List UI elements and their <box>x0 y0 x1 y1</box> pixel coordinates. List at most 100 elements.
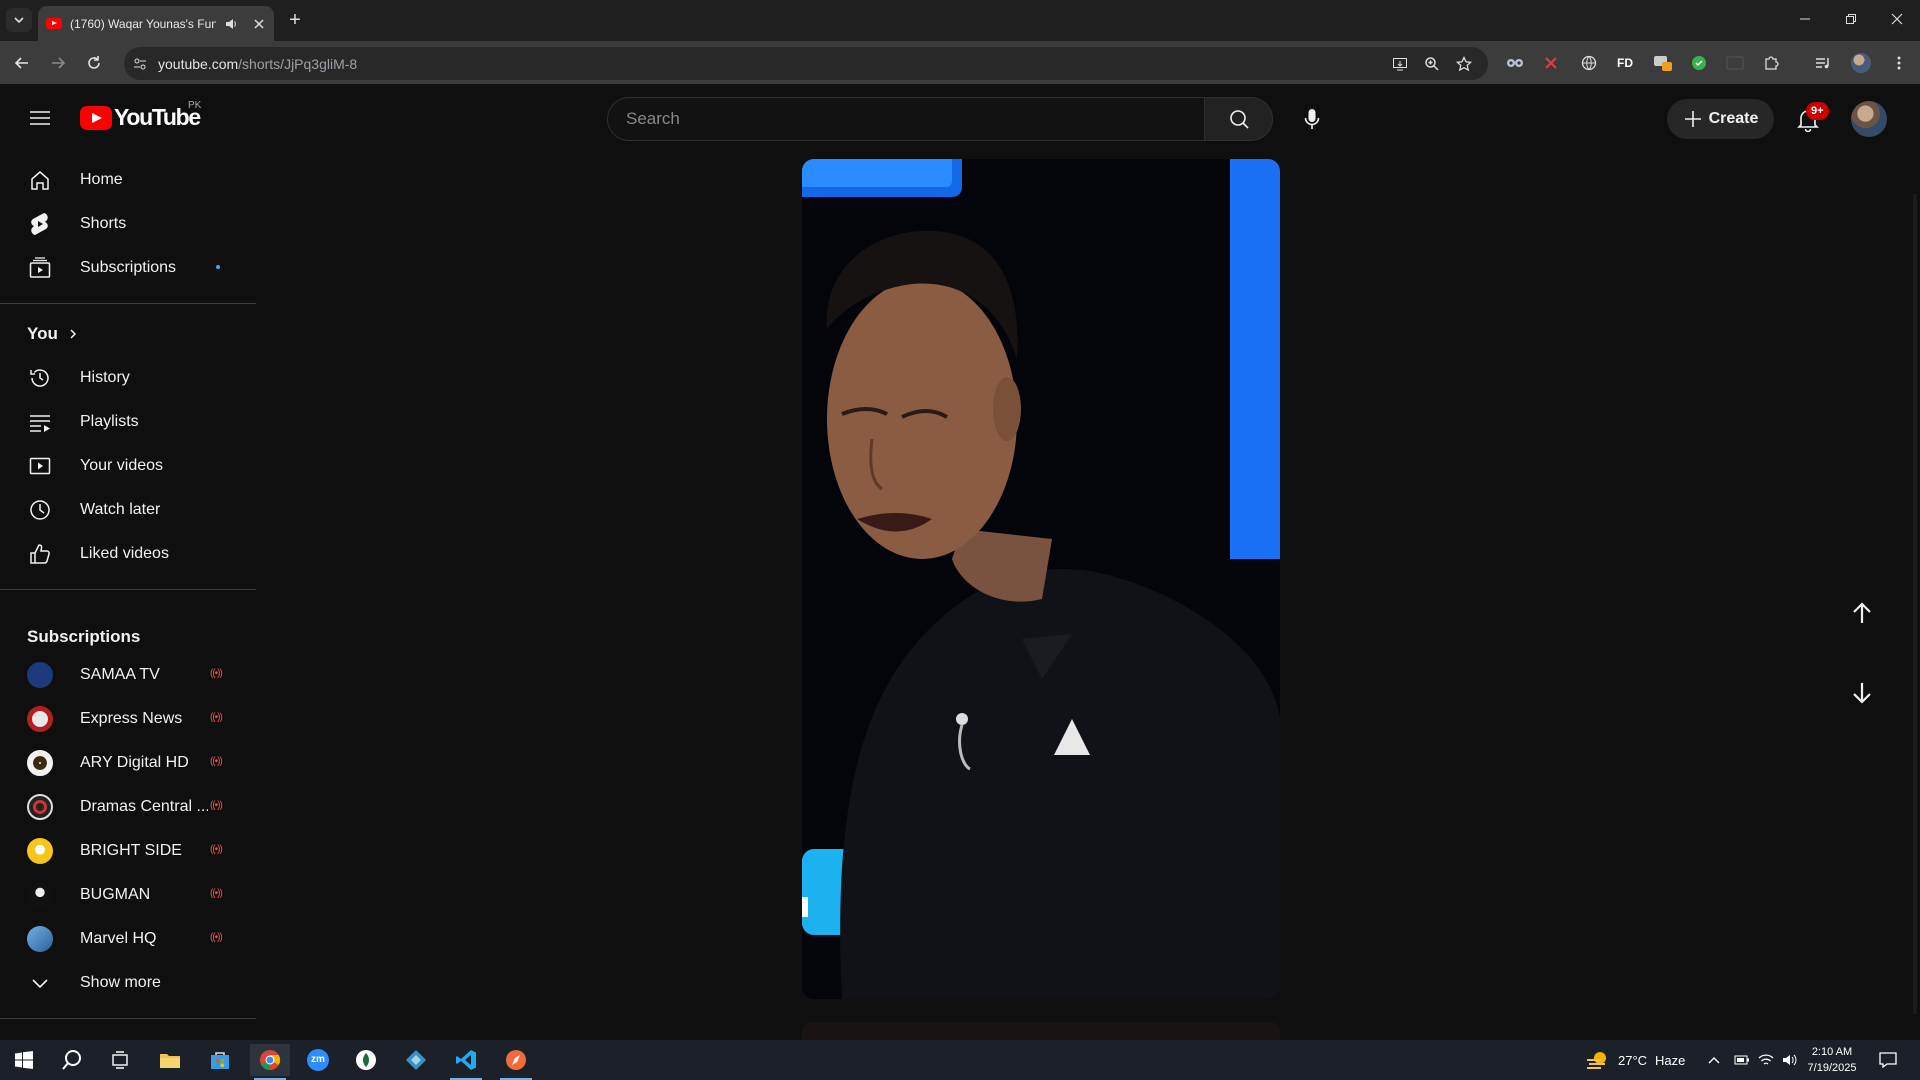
zoom-app-icon: zm <box>307 1049 329 1071</box>
sidebar-divider <box>0 1018 256 1019</box>
bookmark-button[interactable] <box>1454 54 1474 74</box>
extension-badge-button[interactable] <box>1652 52 1674 74</box>
extension-globe-button[interactable] <box>1578 52 1600 74</box>
taskbar-search-button[interactable] <box>52 1044 92 1076</box>
task-view-button[interactable] <box>100 1044 140 1076</box>
sidebar-item-history[interactable]: History <box>12 358 244 398</box>
shorts-video-player[interactable] <box>802 159 1280 999</box>
show-hidden-icons-button[interactable] <box>1702 1044 1726 1076</box>
install-app-button[interactable] <box>1390 54 1410 74</box>
taskbar-zoom[interactable]: zm <box>298 1044 338 1076</box>
taskbar-app-blue[interactable] <box>396 1044 436 1076</box>
search-button[interactable] <box>1204 97 1273 141</box>
profile-button[interactable] <box>1850 52 1872 74</box>
sidebar-channel-samaa-tv[interactable]: SAMAA TV ((•)) <box>12 655 244 695</box>
close-window-button[interactable] <box>1882 8 1912 32</box>
tab-title: (1760) Waqar Younas's Funny <box>70 16 216 31</box>
taskbar-app-orange[interactable] <box>496 1044 536 1080</box>
channel-name: Dramas Central ... <box>80 798 208 815</box>
chevron-down-icon <box>14 17 24 24</box>
forward-button[interactable] <box>46 51 70 75</box>
page-scrollbar[interactable] <box>1913 194 1917 1014</box>
next-short-button[interactable] <box>1838 669 1886 717</box>
extensions-button[interactable] <box>1760 52 1782 74</box>
close-tab-icon[interactable] <box>252 17 266 31</box>
zoom-button[interactable] <box>1422 54 1442 74</box>
sidebar-channel-dramas-central[interactable]: Dramas Central ... ((•)) <box>12 787 244 827</box>
notification-center-button[interactable] <box>1872 1044 1904 1076</box>
extension-x-button[interactable] <box>1540 52 1562 74</box>
sidebar-channel-express-news[interactable]: Express News ((•)) <box>12 699 244 739</box>
network-button[interactable] <box>1754 1044 1778 1076</box>
taskbar-app-green[interactable] <box>346 1044 386 1076</box>
sidebar-channel-bugman[interactable]: BUGMAN ((•)) <box>12 875 244 915</box>
site-info-button[interactable] <box>130 54 150 74</box>
restore-button[interactable] <box>1836 8 1866 32</box>
tab-search-button[interactable] <box>6 8 32 32</box>
taskbar-file-explorer[interactable] <box>150 1044 190 1076</box>
sidebar-item-liked-videos[interactable]: Liked videos <box>12 534 244 574</box>
extension-gray-button[interactable] <box>1724 52 1746 74</box>
back-button[interactable] <box>10 51 34 75</box>
tune-icon <box>134 58 146 70</box>
browser-tab-active[interactable]: (1760) Waqar Younas's Funny <box>38 6 274 41</box>
live-indicator-icon: ((•)) <box>210 888 223 899</box>
live-indicator-icon: ((•)) <box>210 844 223 855</box>
sidebar-item-label: Liked videos <box>80 545 169 562</box>
arrow-right-icon <box>52 57 66 69</box>
watch-later-icon <box>28 498 52 522</box>
shorts-icon <box>28 212 52 236</box>
channel-avatar <box>27 838 53 864</box>
chevron-up-icon <box>1708 1057 1720 1064</box>
battery-button[interactable] <box>1730 1044 1754 1076</box>
cast-icon <box>1726 56 1744 70</box>
extension-glasses-button[interactable] <box>1504 52 1526 74</box>
live-indicator-icon: ((•)) <box>210 668 223 679</box>
create-button[interactable]: Create <box>1667 99 1774 139</box>
start-button[interactable] <box>4 1044 44 1076</box>
leaf-app-icon <box>356 1050 376 1070</box>
sidebar-item-playlists[interactable]: Playlists <box>12 402 244 442</box>
media-controls-button[interactable] <box>1812 52 1834 74</box>
volume-button[interactable] <box>1778 1044 1802 1076</box>
more-vert-icon <box>1897 56 1901 70</box>
address-bar[interactable]: youtube.com/shorts/JjPq3gliM-8 <box>124 47 1488 80</box>
sidebar-channel-ary-digital[interactable]: ARY Digital HD ((•)) <box>12 743 244 783</box>
next-short-preview[interactable] <box>802 1022 1280 1040</box>
search-box <box>607 97 1205 141</box>
sidebar-item-shorts[interactable]: Shorts <box>12 204 244 244</box>
sidebar-channel-marvel-hq[interactable]: Marvel HQ ((•)) <box>12 919 244 959</box>
reload-button[interactable] <box>82 51 106 75</box>
account-avatar[interactable] <box>1851 101 1887 137</box>
minimize-button[interactable] <box>1790 8 1820 32</box>
voice-search-button[interactable] <box>1292 99 1332 139</box>
browser-menu-button[interactable] <box>1888 52 1910 74</box>
sidebar-channel-bright-side[interactable]: BRIGHT SIDE ((•)) <box>12 831 244 871</box>
search-icon <box>62 1050 81 1070</box>
system-clock[interactable]: 2:10 AM 7/19/2025 <box>1800 1044 1864 1076</box>
sidebar-item-watch-later[interactable]: Watch later <box>12 490 244 530</box>
sidebar-item-subscriptions[interactable]: Subscriptions <box>12 248 244 288</box>
sidebar-you-header[interactable]: You <box>12 314 244 354</box>
guide-sidebar: Home Shorts Subscriptions You History Pl… <box>0 152 256 1040</box>
weather-widget[interactable]: 27°C Haze <box>1586 1050 1685 1070</box>
taskbar-chrome[interactable] <box>250 1044 290 1080</box>
extension-fd-button[interactable]: FD <box>1614 52 1636 74</box>
speaker-icon[interactable] <box>224 17 238 31</box>
sidebar-item-your-videos[interactable]: Your videos <box>12 446 244 486</box>
new-tab-button[interactable]: + <box>284 9 306 31</box>
taskbar-store[interactable] <box>200 1044 240 1076</box>
youtube-logo[interactable]: YouTube PK <box>80 100 201 131</box>
zoom-icon <box>1425 57 1439 71</box>
guide-menu-button[interactable] <box>26 106 54 130</box>
channel-avatar <box>27 706 53 732</box>
reload-icon <box>88 56 100 69</box>
search-input[interactable] <box>626 98 1186 140</box>
sidebar-show-more[interactable]: Show more <box>12 963 244 1003</box>
sidebar-item-home[interactable]: Home <box>12 160 244 200</box>
sidebar-item-label: Shorts <box>80 215 127 232</box>
vscode-icon <box>456 1050 476 1070</box>
taskbar-vscode[interactable] <box>446 1044 486 1080</box>
previous-short-button[interactable] <box>1838 589 1886 637</box>
extension-green-button[interactable] <box>1688 52 1710 74</box>
